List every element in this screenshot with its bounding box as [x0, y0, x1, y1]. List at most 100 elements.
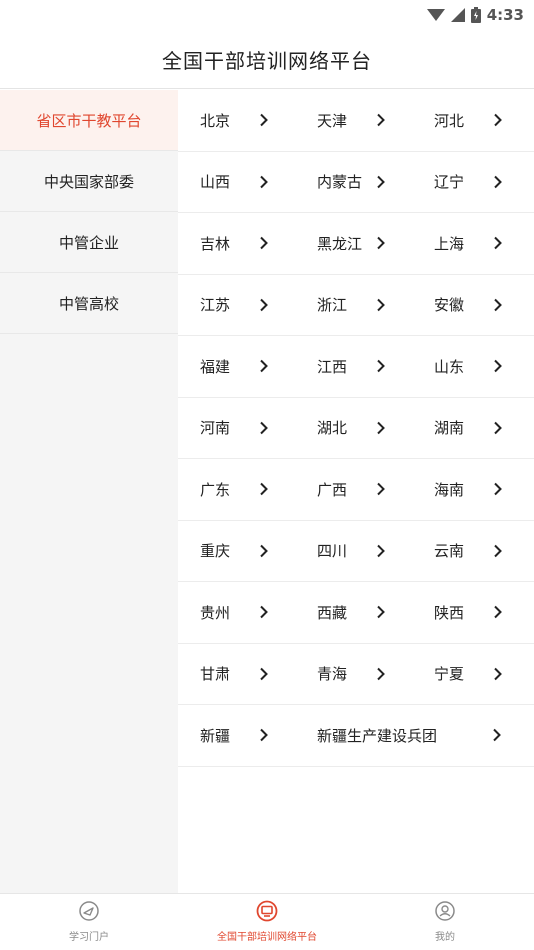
sidebar-item-central-enterprises[interactable]: 中管企业	[0, 212, 178, 273]
region-label: 吉林	[200, 234, 231, 253]
category-sidebar: 省区市干教平台 中央国家部委 中管企业 中管高校	[0, 90, 178, 893]
tab-profile[interactable]: 我的	[356, 894, 534, 950]
region-item[interactable]: 江苏	[200, 275, 300, 336]
region-item[interactable]: 上海	[434, 213, 534, 274]
region-row: 北京 天津 河北	[178, 90, 534, 152]
region-label: 贵州	[200, 603, 231, 622]
app-header: 全国干部培训网络平台	[0, 30, 534, 89]
region-item[interactable]: 新疆生产建设兵团	[317, 705, 527, 766]
region-item[interactable]: 甘肃	[200, 644, 300, 705]
sidebar-item-central-ministries[interactable]: 中央国家部委	[0, 151, 178, 212]
chevron-right-icon	[377, 483, 385, 496]
chevron-right-icon	[494, 360, 502, 373]
region-label: 辽宁	[434, 173, 465, 192]
region-item[interactable]: 青海	[317, 644, 417, 705]
region-item[interactable]: 广西	[317, 459, 417, 520]
compass-icon	[79, 901, 99, 921]
region-item[interactable]: 宁夏	[434, 644, 534, 705]
chevron-right-icon	[260, 729, 268, 742]
region-label: 陕西	[434, 603, 465, 622]
chevron-right-icon	[260, 237, 268, 250]
region-label: 云南	[434, 542, 465, 561]
chevron-right-icon	[493, 729, 501, 742]
chevron-right-icon	[377, 606, 385, 619]
chevron-right-icon	[494, 483, 502, 496]
chevron-right-icon	[494, 606, 502, 619]
chevron-right-icon	[377, 667, 385, 680]
region-label: 山西	[200, 173, 231, 192]
chevron-right-icon	[377, 544, 385, 557]
user-icon	[435, 901, 455, 921]
region-item[interactable]: 内蒙古	[317, 152, 417, 213]
region-row: 福建 江西 山东	[178, 336, 534, 398]
region-item[interactable]: 重庆	[200, 521, 300, 582]
region-row: 新疆 新疆生产建设兵团	[178, 705, 534, 767]
region-item[interactable]: 广东	[200, 459, 300, 520]
region-item[interactable]: 安徽	[434, 275, 534, 336]
region-item[interactable]: 吉林	[200, 213, 300, 274]
region-row: 甘肃 青海 宁夏	[178, 644, 534, 705]
region-label: 湖南	[434, 419, 465, 438]
region-label: 黑龙江	[317, 234, 363, 253]
region-item[interactable]: 贵州	[200, 582, 300, 643]
signal-icon	[450, 8, 465, 22]
chevron-right-icon	[377, 114, 385, 127]
chevron-right-icon	[260, 298, 268, 311]
region-item[interactable]: 黑龙江	[317, 213, 417, 274]
chevron-right-icon	[260, 483, 268, 496]
clock-time: 4:33	[486, 6, 524, 24]
region-label: 重庆	[200, 542, 231, 561]
region-row: 吉林 黑龙江 上海	[178, 213, 534, 275]
region-item[interactable]: 陕西	[434, 582, 534, 643]
region-item[interactable]: 云南	[434, 521, 534, 582]
page-title: 全国干部培训网络平台	[162, 48, 372, 73]
region-item[interactable]: 福建	[200, 336, 300, 397]
chevron-right-icon	[494, 175, 502, 188]
region-item[interactable]: 辽宁	[434, 152, 534, 213]
chevron-right-icon	[494, 237, 502, 250]
region-row: 贵州 西藏 陕西	[178, 582, 534, 644]
tab-national-platform[interactable]: 全国干部培训网络平台	[178, 894, 356, 950]
status-icons: 4:33	[426, 4, 524, 26]
region-label: 新疆生产建设兵团	[317, 726, 438, 745]
region-label: 江苏	[200, 296, 231, 315]
region-item[interactable]: 天津	[317, 90, 417, 151]
region-label: 上海	[434, 234, 465, 253]
region-item[interactable]: 江西	[317, 336, 417, 397]
chevron-right-icon	[377, 175, 385, 188]
region-label: 广西	[317, 480, 348, 499]
chevron-right-icon	[377, 360, 385, 373]
region-item[interactable]: 湖北	[317, 398, 417, 459]
region-label: 山东	[434, 357, 465, 376]
region-item[interactable]: 湖南	[434, 398, 534, 459]
region-label: 四川	[317, 542, 348, 561]
chevron-right-icon	[377, 237, 385, 250]
region-item[interactable]: 浙江	[317, 275, 417, 336]
status-bar: 4:33	[0, 0, 534, 30]
wifi-icon	[426, 8, 445, 22]
region-label: 青海	[317, 665, 348, 684]
region-item[interactable]: 四川	[317, 521, 417, 582]
sidebar-item-central-universities[interactable]: 中管高校	[0, 273, 178, 334]
region-item[interactable]: 山东	[434, 336, 534, 397]
region-label: 江西	[317, 357, 348, 376]
region-item[interactable]: 新疆	[200, 705, 300, 766]
region-item[interactable]: 北京	[200, 90, 300, 151]
chevron-right-icon	[494, 421, 502, 434]
chevron-right-icon	[260, 175, 268, 188]
sidebar-item-provincial-platforms[interactable]: 省区市干教平台	[0, 90, 178, 151]
tab-learning-portal[interactable]: 学习门户	[0, 894, 178, 950]
region-item[interactable]: 西藏	[317, 582, 417, 643]
chevron-right-icon	[260, 421, 268, 434]
region-label: 福建	[200, 357, 231, 376]
region-label: 新疆	[200, 726, 231, 745]
chevron-right-icon	[494, 667, 502, 680]
region-label: 广东	[200, 480, 231, 499]
chevron-right-icon	[494, 298, 502, 311]
region-row: 河南 湖北 湖南	[178, 398, 534, 459]
region-label: 河北	[434, 111, 465, 130]
region-item[interactable]: 河北	[434, 90, 534, 151]
region-item[interactable]: 山西	[200, 152, 300, 213]
region-item[interactable]: 河南	[200, 398, 300, 459]
region-item[interactable]: 海南	[434, 459, 534, 520]
